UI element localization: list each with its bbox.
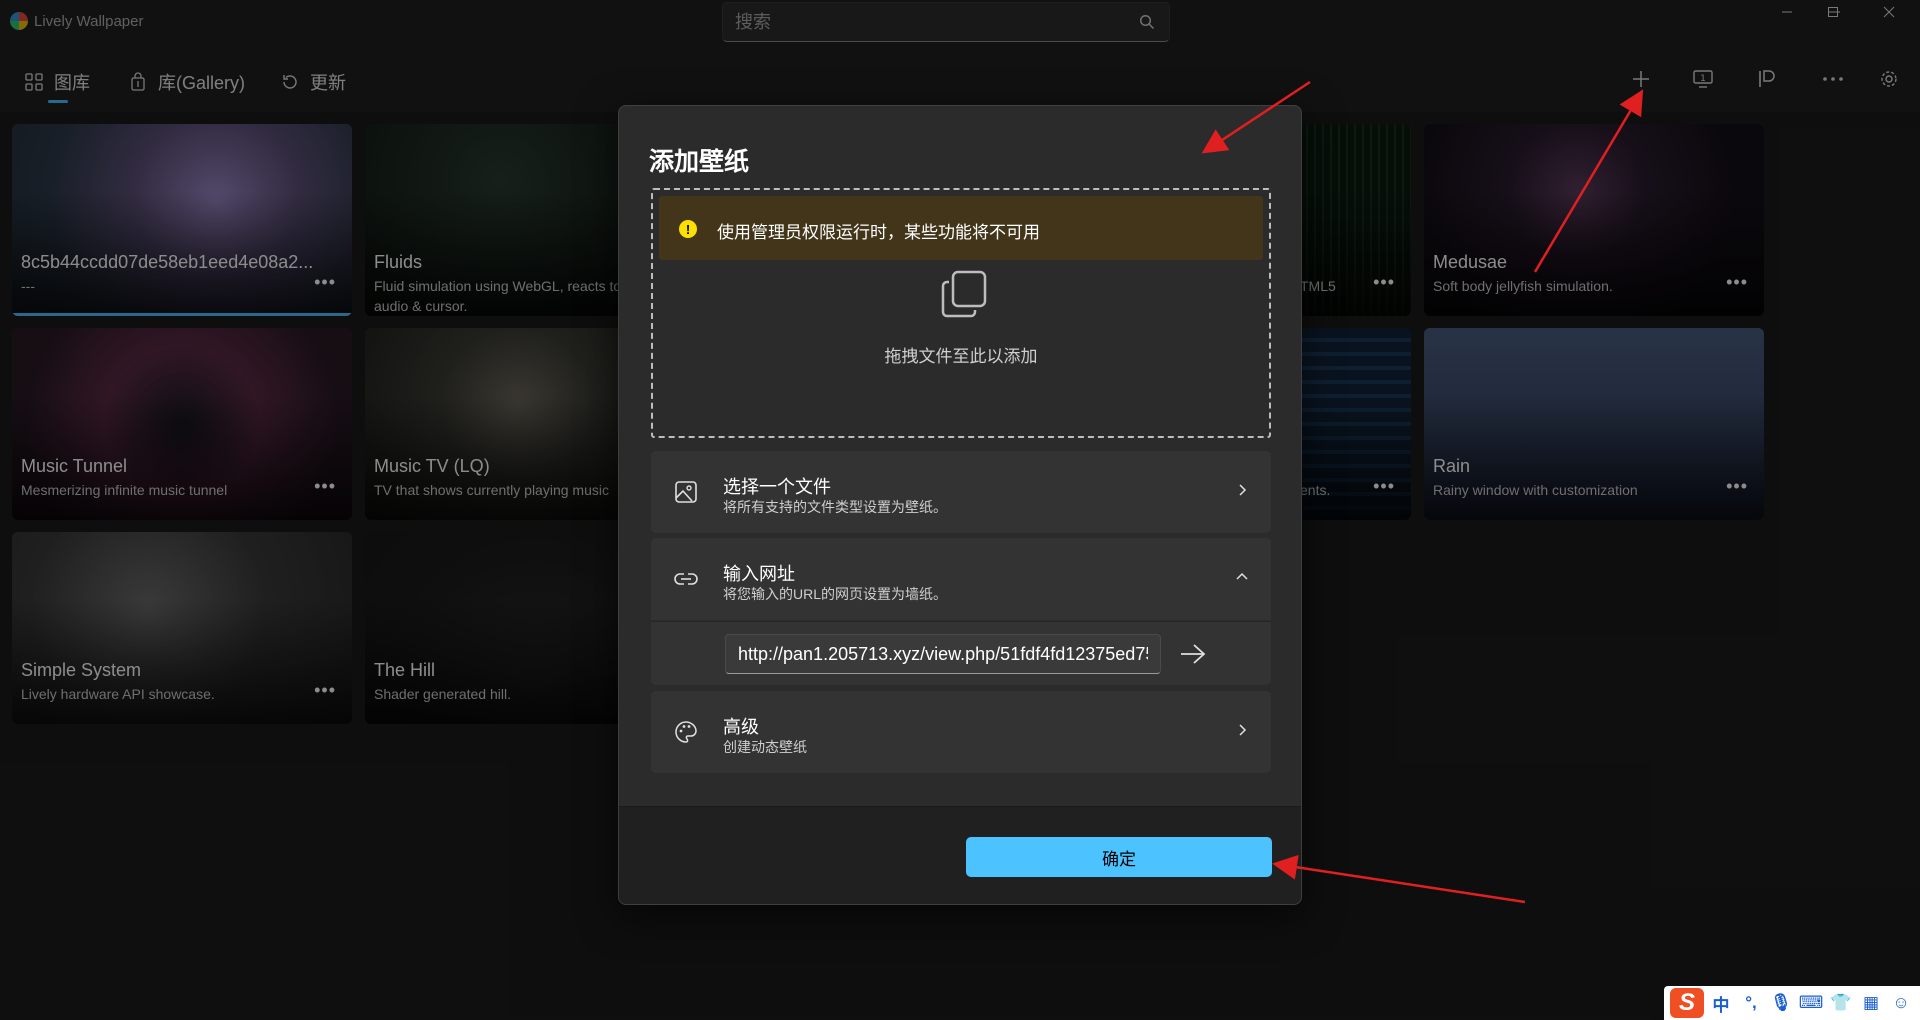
sogou-logo-icon[interactable]: S (1670, 988, 1704, 1018)
option-desc: 将您输入的URL的网页设置为墙纸。 (723, 586, 948, 602)
chevron-right-icon (1239, 484, 1247, 496)
dialog-footer: 确定 (619, 806, 1301, 904)
ime-toolbar: S 中 °, 🎙 ⌨ 👕 ▦ ☺ (1664, 986, 1920, 1020)
copy-icon (941, 270, 987, 318)
drop-zone[interactable]: ! 使用管理员权限运行时，某些功能将不可用 拖拽文件至此以添加 (651, 188, 1271, 438)
ime-chinese-mode[interactable]: 中 (1708, 990, 1734, 1016)
chevron-up-icon (1236, 572, 1248, 580)
url-input[interactable] (725, 634, 1161, 674)
warning-text: 使用管理员权限运行时，某些功能将不可用 (717, 223, 1040, 242)
arrow-right-icon[interactable] (1179, 642, 1207, 666)
chevron-right-icon (1239, 724, 1247, 736)
advanced-option[interactable]: 高级 创建动态壁纸 (651, 691, 1271, 773)
keyboard-icon[interactable]: ⌨ (1798, 990, 1824, 1016)
option-title: 输入网址 (723, 564, 795, 584)
confirm-button[interactable]: 确定 (966, 837, 1272, 877)
drop-zone-hint: 拖拽文件至此以添加 (884, 347, 1038, 366)
admin-warning-bar: ! 使用管理员权限运行时，某些功能将不可用 (659, 196, 1263, 260)
ime-punctuation[interactable]: °, (1738, 990, 1764, 1016)
skin-icon[interactable]: 👕 (1828, 990, 1854, 1016)
toolbox-icon[interactable]: ▦ (1858, 990, 1884, 1016)
enter-url-option[interactable]: 输入网址 将您输入的URL的网页设置为墙纸。 (651, 538, 1271, 620)
url-input-panel (651, 621, 1271, 685)
link-icon (674, 573, 698, 585)
add-wallpaper-dialog: 添加壁纸 ! 使用管理员权限运行时，某些功能将不可用 拖拽文件至此以添加 选择一… (618, 105, 1302, 905)
emoji-icon[interactable]: ☺ (1888, 990, 1914, 1016)
warning-icon: ! (679, 220, 697, 238)
palette-icon (675, 721, 697, 743)
dialog-title: 添加壁纸 (649, 148, 750, 176)
microphone-icon[interactable]: 🎙 (1768, 990, 1794, 1016)
choose-file-option[interactable]: 选择一个文件 将所有支持的文件类型设置为壁纸。 (651, 451, 1271, 533)
option-title: 选择一个文件 (723, 477, 831, 497)
option-desc: 创建动态壁纸 (723, 739, 807, 755)
option-desc: 将所有支持的文件类型设置为壁纸。 (723, 499, 947, 515)
option-title: 高级 (723, 717, 759, 737)
image-icon (675, 481, 697, 503)
